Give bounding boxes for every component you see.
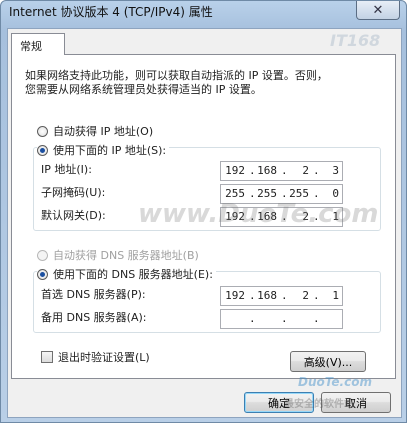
dialog-client-area: 常规 如果网络支持此功能，则可以获取自动指派的 IP 设置。否则， 您需要从网络…: [7, 28, 402, 418]
auto-dns-radio: [37, 249, 48, 261]
preferred-dns-label: 首选 DNS 服务器(P):: [41, 288, 146, 301]
ip-address-octet-1: 192: [225, 164, 245, 177]
subnet-mask-octet-2: 255: [257, 187, 277, 200]
subnet-mask-octet-4: 0: [332, 187, 339, 200]
ip-address-octet-3: 2: [302, 164, 309, 177]
manual-dns-radio-row[interactable]: 使用下面的 DNS 服务器地址(E):: [37, 266, 216, 282]
manual-dns-label: 使用下面的 DNS 服务器地址(E):: [53, 268, 213, 281]
corner-logo-watermark: IT168: [330, 31, 381, 50]
auto-ip-label: 自动获得 IP 地址(O): [53, 125, 154, 138]
manual-ip-label: 使用下面的 IP 地址(S):: [53, 144, 167, 157]
ip-address-octet-2: 168: [257, 164, 277, 177]
ip-address-octet-4: 3: [332, 164, 339, 177]
preferred-dns-octet-1: 192: [225, 289, 245, 302]
close-icon: ✕: [372, 2, 384, 18]
dialog-window: Internet 协议版本 4 (TCP/IPv4) 属性 ✕ 常规 如果网络支…: [0, 0, 407, 423]
alternate-dns-dot: .: [281, 312, 288, 325]
alternate-dns-dot: .: [313, 312, 320, 325]
auto-dns-label: 自动获得 DNS 服务器地址(B): [53, 249, 199, 262]
auto-ip-radio-row[interactable]: 自动获得 IP 地址(O): [37, 123, 153, 139]
subnet-mask-label: 子网掩码(U):: [41, 186, 106, 199]
default-gateway-octet-1: 192: [225, 210, 245, 223]
preferred-dns-octet-2: 168: [257, 289, 277, 302]
advanced-button[interactable]: 高级(V)...: [290, 351, 366, 372]
alternate-dns-input[interactable]: . . .: [220, 309, 343, 329]
close-button[interactable]: ✕: [356, 1, 400, 20]
alternate-dns-dot: .: [249, 312, 256, 325]
alternate-dns-label: 备用 DNS 服务器(A):: [41, 311, 147, 324]
subnet-mask-octet-3: 255: [289, 187, 309, 200]
subnet-mask-octet-1: 255: [225, 187, 245, 200]
manual-ip-radio[interactable]: [37, 144, 48, 156]
manual-dns-radio[interactable]: [37, 268, 48, 280]
window-title: Internet 协议版本 4 (TCP/IPv4) 属性: [9, 5, 213, 19]
auto-ip-radio[interactable]: [37, 125, 48, 137]
tab-general[interactable]: 常规: [11, 33, 65, 55]
ip-address-input[interactable]: 192 . 168 . 2 . 3: [220, 161, 343, 181]
preferred-dns-input[interactable]: 192 . 168 . 2 . 1: [220, 286, 343, 306]
auto-dns-radio-row: 自动获得 DNS 服务器地址(B): [37, 247, 199, 263]
subnet-mask-input[interactable]: 255 . 255 . 255 . 0: [220, 184, 343, 204]
preferred-dns-octet-3: 2: [302, 289, 309, 302]
description-text: 如果网络支持此功能，则可以获取自动指派的 IP 设置。否则， 您需要从网络系统管…: [25, 69, 328, 96]
default-gateway-label: 默认网关(D):: [41, 209, 106, 222]
ip-address-label: IP 地址(I):: [41, 163, 92, 176]
validate-on-exit-checkbox[interactable]: [41, 351, 53, 363]
default-gateway-input[interactable]: 192 . 168 . 2 . 1: [220, 207, 343, 227]
default-gateway-octet-2: 168: [257, 210, 277, 223]
tab-general-label: 常规: [20, 40, 42, 53]
preferred-dns-octet-4: 1: [332, 289, 339, 302]
validate-on-exit-row[interactable]: 退出时验证设置(L): [41, 349, 150, 365]
title-bar[interactable]: Internet 协议版本 4 (TCP/IPv4) 属性 ✕: [1, 1, 406, 29]
default-gateway-octet-3: 2: [302, 210, 309, 223]
default-gateway-octet-4: 1: [332, 210, 339, 223]
cancel-button[interactable]: 取消: [321, 392, 391, 413]
validate-on-exit-label: 退出时验证设置(L): [58, 351, 150, 364]
manual-ip-radio-row[interactable]: 使用下面的 IP 地址(S):: [37, 142, 170, 158]
ok-button[interactable]: 确定: [244, 392, 314, 413]
